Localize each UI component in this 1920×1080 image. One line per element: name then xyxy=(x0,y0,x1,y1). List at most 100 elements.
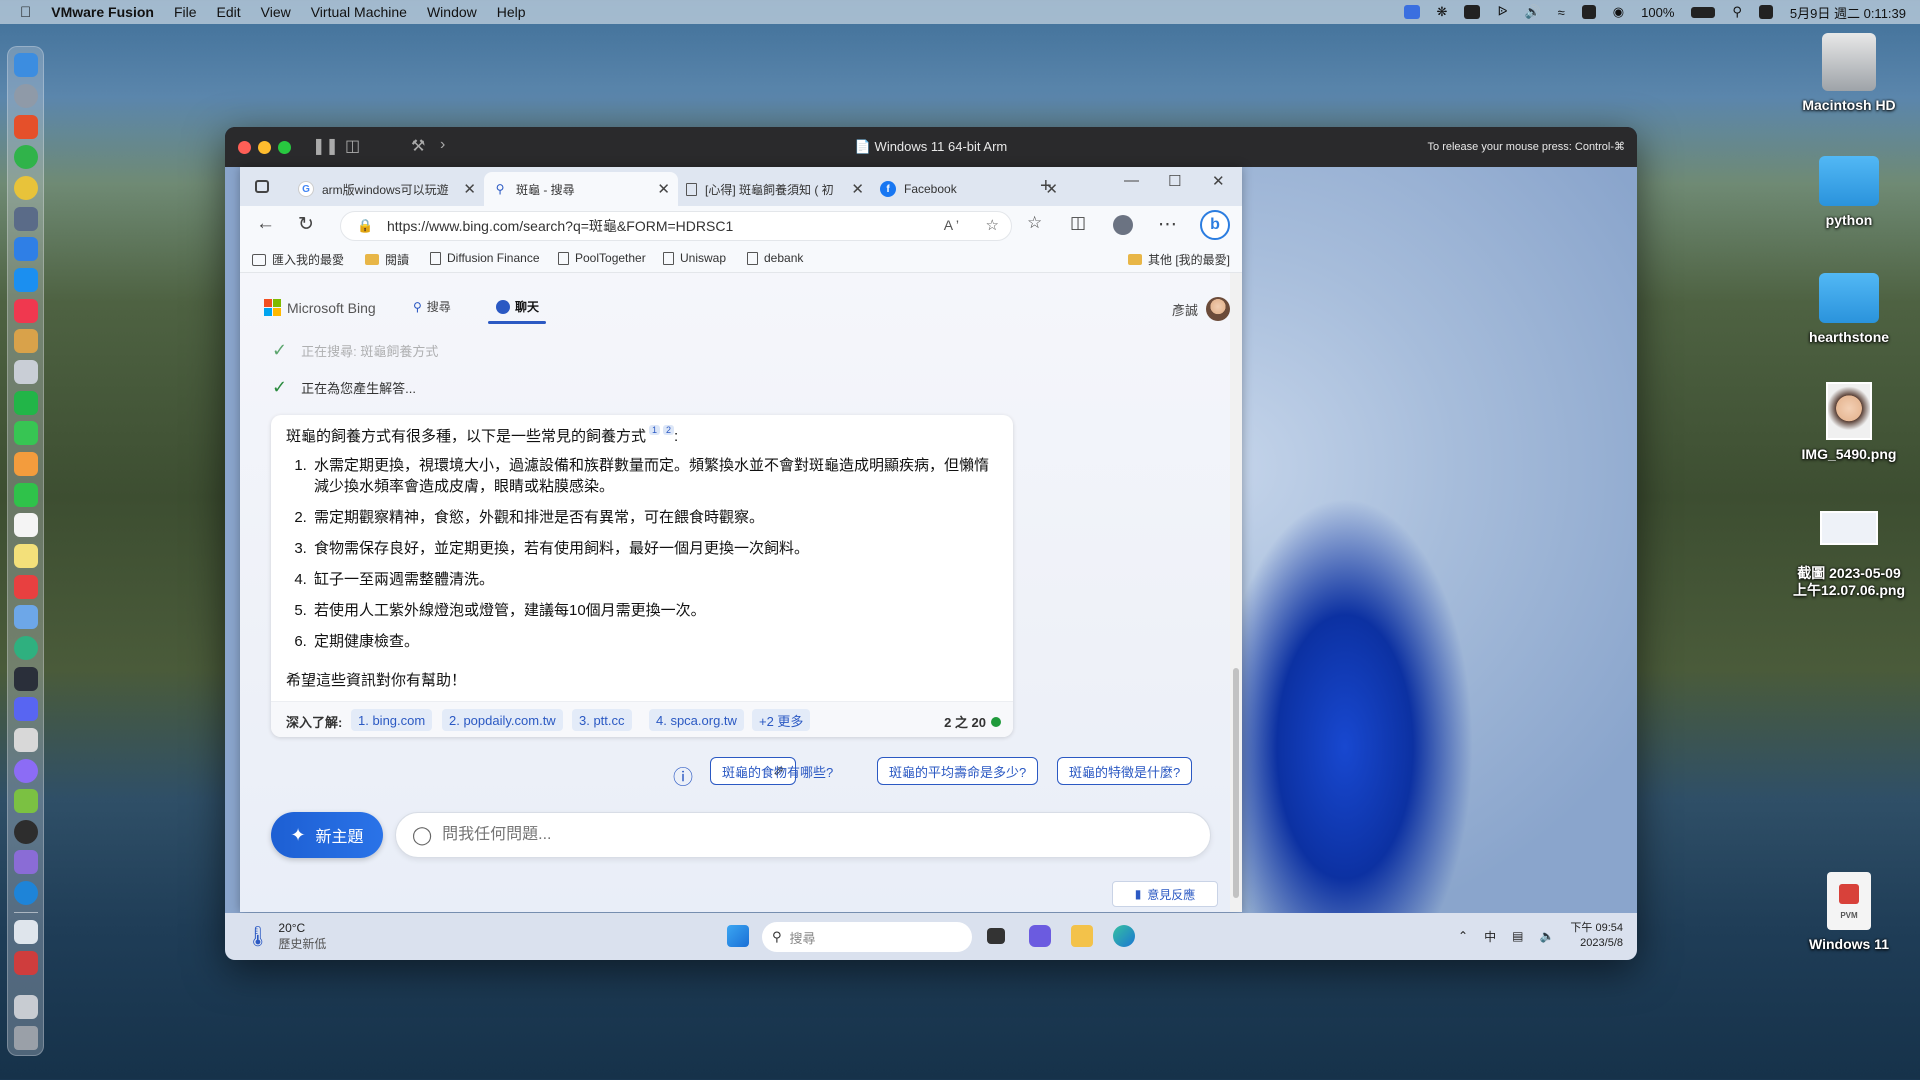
tab-actions-icon[interactable] xyxy=(255,180,269,193)
more-options-icon[interactable]: ⋯ xyxy=(1158,213,1177,236)
bing-logo[interactable]: Microsoft Bing xyxy=(264,299,376,316)
favorites-icon[interactable]: ☆ xyxy=(1027,213,1042,233)
spotlight-search-icon[interactable]: ⚲ xyxy=(1732,4,1742,20)
music-icon[interactable] xyxy=(14,299,38,323)
volume-icon[interactable]: 🔊 xyxy=(1524,4,1540,20)
menu-view[interactable]: View xyxy=(261,4,291,20)
tab-bing-search[interactable]: ⚲ 斑龜 - 搜尋 ✕ xyxy=(484,172,678,206)
source-link[interactable]: 3. ptt.cc xyxy=(572,709,632,731)
battery-icon[interactable] xyxy=(1691,6,1716,18)
nav-search[interactable]: ⚲ 搜尋 xyxy=(413,298,451,315)
brave-icon[interactable] xyxy=(14,115,38,139)
desktop-item-screenshot[interactable]: 截圖 2023-05-09 上午12.07.06.png xyxy=(1759,511,1920,599)
app-store-icon[interactable] xyxy=(14,268,38,292)
menu-window[interactable]: Window xyxy=(427,4,477,20)
xcode-icon[interactable] xyxy=(14,881,38,905)
edge-taskbar-icon[interactable] xyxy=(1113,925,1135,947)
menu-app-name[interactable]: VMware Fusion xyxy=(51,4,154,20)
window-close-icon[interactable]: ✕ xyxy=(1212,172,1225,190)
chat-input-box[interactable]: ◯ xyxy=(395,812,1211,858)
preview-icon[interactable] xyxy=(14,605,38,629)
lock-icon[interactable]: 🔒 xyxy=(357,218,373,234)
task-view-icon[interactable] xyxy=(987,928,1005,944)
control-center-icon[interactable] xyxy=(1758,5,1773,19)
launchpad-icon[interactable] xyxy=(14,84,38,108)
read-aloud-icon[interactable]: A ’ xyxy=(944,217,959,233)
bookmark-pooltogether[interactable]: PoolTogether xyxy=(558,251,646,265)
bookmark-reading[interactable]: 閱讀 xyxy=(365,251,409,268)
source-link[interactable]: 1. bing.com xyxy=(351,709,433,731)
chat-input[interactable] xyxy=(442,826,1143,844)
suggestion-chip[interactable]: 斑龜的特徵是什麼? xyxy=(1057,757,1193,785)
android-studio-icon[interactable] xyxy=(14,789,38,813)
citation-2[interactable]: 2 xyxy=(663,425,675,435)
more-sources-button[interactable]: +2 更多 xyxy=(752,709,811,731)
tab-close-icon[interactable]: ✕ xyxy=(657,180,670,198)
weather-widget[interactable]: 🌡 20°C 歷史新低 xyxy=(245,921,326,952)
menu-virtual-machine[interactable]: Virtual Machine xyxy=(311,4,407,20)
contacts-icon[interactable] xyxy=(14,329,38,353)
desktop-item-python[interactable]: python xyxy=(1759,156,1920,229)
vmware-icon[interactable] xyxy=(14,207,38,231)
find-my-icon[interactable] xyxy=(14,636,38,660)
new-topic-button[interactable]: ✦ 新主題 xyxy=(271,812,383,858)
suggestion-help-icon[interactable]: ⓘ xyxy=(673,761,693,790)
bing-chat-icon[interactable]: b xyxy=(1200,210,1230,240)
profile-icon[interactable] xyxy=(1113,215,1133,235)
bookmark-debank[interactable]: debank xyxy=(747,251,803,265)
tab-close-icon[interactable]: ✕ xyxy=(463,180,476,198)
page-scrollbar[interactable] xyxy=(1230,273,1242,912)
calculator-icon[interactable] xyxy=(14,728,38,752)
tab-ptt-turtle[interactable]: [心得] 斑龜飼養須知 ( 初 ✕ xyxy=(678,172,872,206)
tab-close-icon[interactable]: ✕ xyxy=(851,180,864,198)
taskbar-search[interactable]: ⚲ 搜尋 xyxy=(762,922,972,952)
notes-icon[interactable] xyxy=(14,544,38,568)
address-bar[interactable]: 🔒 https://www.bing.com/search?q=斑龜&FORM=… xyxy=(340,211,1012,241)
calendar-icon[interactable] xyxy=(14,513,38,537)
menu-file[interactable]: File xyxy=(174,4,197,20)
downloads-icon[interactable] xyxy=(14,920,38,944)
tab-facebook[interactable]: f Facebook ✕ xyxy=(872,172,1066,206)
source-link[interactable]: 2. popdaily.com.tw xyxy=(442,709,563,731)
vm-title-bar[interactable]: ❚❚ ◫ ⚒ › 📄 Windows 11 64-bit Arm To rele… xyxy=(225,127,1637,167)
bookmark-diffusion-finance[interactable]: Diffusion Finance xyxy=(430,251,540,265)
window-minimize-icon[interactable]: — xyxy=(1124,172,1139,189)
tab-arm-windows[interactable]: G arm版windows可以玩遊 ✕ xyxy=(290,172,484,206)
collections-icon[interactable]: ◫ xyxy=(1070,213,1086,233)
line-icon[interactable] xyxy=(14,391,38,415)
windows-start-icon[interactable] xyxy=(727,925,749,947)
messenger-icon[interactable] xyxy=(14,759,38,783)
desktop-item-macintosh-hd[interactable]: Macintosh HD xyxy=(1759,33,1920,114)
image-stack-icon[interactable] xyxy=(14,995,38,1019)
add-favorite-icon[interactable]: ☆ xyxy=(986,216,999,234)
finder-icon[interactable] xyxy=(14,53,38,77)
citation-1[interactable]: 1 xyxy=(649,425,661,435)
bookmark-import-favorites[interactable]: 匯入我的最愛 xyxy=(252,251,344,268)
mail-icon[interactable] xyxy=(14,237,38,261)
bookmark-uniswap[interactable]: Uniswap xyxy=(663,251,726,265)
photo-booth-icon[interactable] xyxy=(14,575,38,599)
input-source-icon[interactable] xyxy=(1581,5,1596,19)
desktop-item-windows-11[interactable]: PVM Windows 11 xyxy=(1759,872,1920,953)
activity-monitor-icon[interactable] xyxy=(14,820,38,844)
new-tab-button[interactable]: + xyxy=(1040,175,1052,198)
feedback-button[interactable]: ▮ 意見反應 xyxy=(1112,881,1218,907)
windows-vm-dock-icon[interactable] xyxy=(14,951,38,975)
scrollbar-thumb[interactable] xyxy=(1233,668,1239,898)
podcasts-icon[interactable] xyxy=(14,850,38,874)
suggestion-chip[interactable]: 斑龜的食物有哪些? ⬀ xyxy=(710,757,833,785)
vm-status-icon[interactable] xyxy=(1403,5,1420,19)
refresh-icon[interactable]: ↻ xyxy=(298,213,314,236)
menu-clock[interactable]: 5月9日 週二 0:11:39 xyxy=(1790,3,1906,22)
apple-menu-icon[interactable]:  xyxy=(20,4,31,21)
bookmark-other-favorites[interactable]: 其他 [我的最愛] xyxy=(1128,251,1230,268)
window-maximize-icon[interactable]: ☐ xyxy=(1168,172,1181,190)
suggestion-chip[interactable]: 斑龜的平均壽命是多少? xyxy=(877,757,1039,785)
whatsapp-icon[interactable] xyxy=(14,145,38,169)
messages-icon[interactable] xyxy=(14,421,38,445)
menu-edit[interactable]: Edit xyxy=(217,4,241,20)
menu-help[interactable]: Help xyxy=(497,4,526,20)
desktop-item-hearthstone[interactable]: hearthstone xyxy=(1759,273,1920,346)
desktop-item-img-5490[interactable]: IMG_5490.png xyxy=(1759,382,1920,463)
launch-grid-icon[interactable] xyxy=(14,360,38,384)
